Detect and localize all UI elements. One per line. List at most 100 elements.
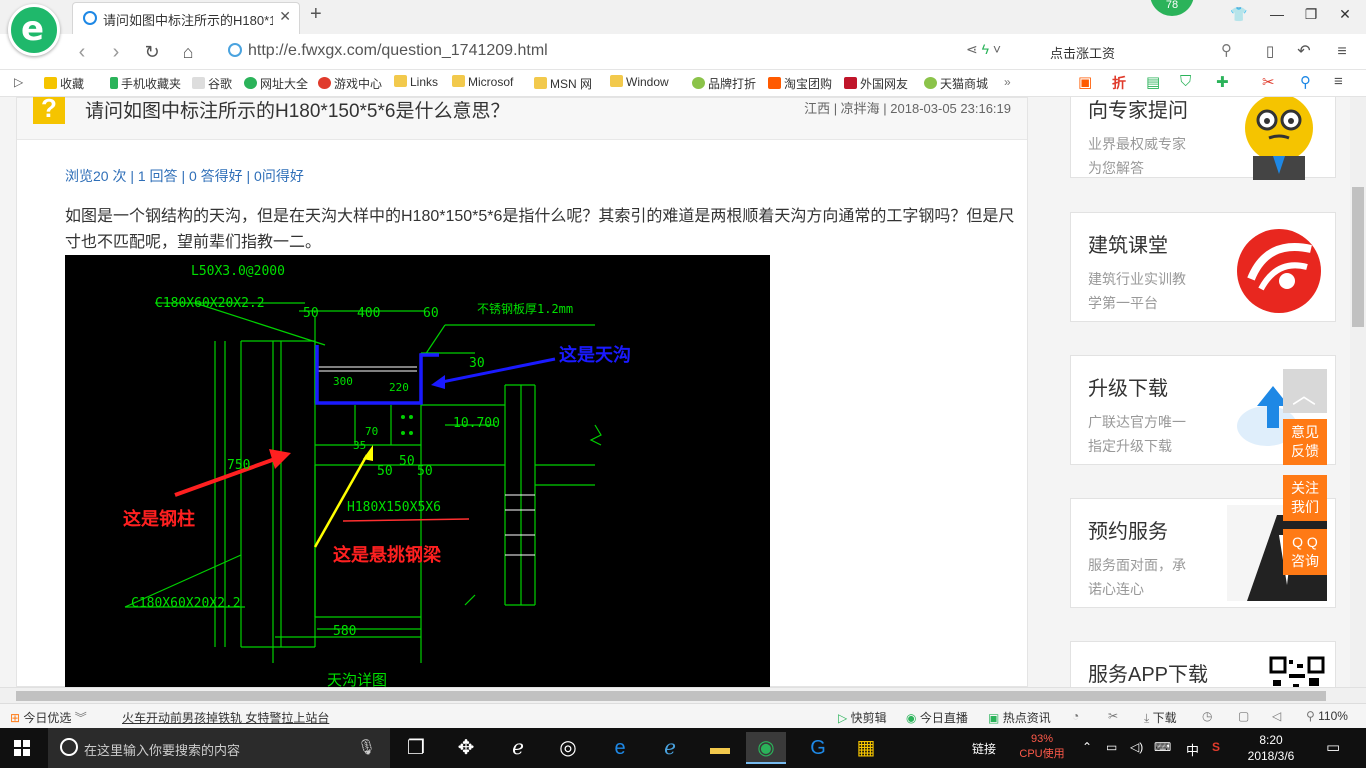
tray-up-icon[interactable]: ⌃ — [1082, 740, 1092, 754]
tools-icon[interactable]: ✂ — [1108, 709, 1118, 723]
horizontal-scroll-thumb[interactable] — [16, 691, 1326, 701]
back-icon[interactable]: ‹ — [70, 40, 94, 64]
bookmark-brand-sale[interactable]: 品牌打折 — [692, 75, 756, 92]
tab-title: 请问如图中标注所示的H180*150*5*6是什么意思？ — [103, 13, 273, 28]
system-clock[interactable]: 8:20 2018/3/6 — [1236, 732, 1306, 764]
more-bookmarks-icon[interactable]: » — [1004, 75, 1011, 89]
shield-icon[interactable]: ⛉ — [1180, 73, 1191, 90]
bookmark-microsoft[interactable]: Microsof — [452, 75, 513, 89]
search-box[interactable]: 点击涨工资 ⚲ — [1040, 39, 1240, 65]
book-icon[interactable]: ▤ — [1146, 73, 1160, 91]
news-headline-link[interactable]: 火车开动前男孩掉铁轨 女特警拉上站台 — [122, 709, 329, 726]
browser-tab[interactable]: 请问如图中标注所示的H180*150*5*6是什么意思？ ✕ — [72, 2, 300, 34]
windows-start-icon[interactable] — [14, 740, 30, 756]
taskbar-search-placeholder[interactable]: 在这里输入你要搜索的内容 — [84, 740, 240, 759]
yellow-app-icon[interactable]: ▦ — [846, 732, 886, 764]
mobile-icon[interactable]: ▯ — [1258, 40, 1282, 64]
sidebar-card-classroom[interactable]: 建筑课堂 建筑行业实训教 学第一平台 — [1070, 212, 1336, 322]
menu-icon[interactable]: ≡ — [1330, 40, 1354, 64]
action-center-icon[interactable]: ▭ — [1326, 738, 1340, 756]
task-view-icon[interactable]: ❐ — [396, 732, 436, 764]
sidebar-card-expert[interactable]: 向专家提问 业界最权威专家 为您解答 — [1070, 97, 1336, 180]
bookmark-foreign[interactable]: 外国网友 — [844, 75, 908, 92]
vertical-scrollbar[interactable] — [1350, 97, 1366, 687]
back-to-top-button[interactable]: ︿ — [1283, 369, 1327, 413]
toolbar-menu-icon[interactable]: ≡ — [1334, 73, 1343, 90]
bookmark-links[interactable]: Links — [394, 75, 438, 89]
ime-indicator[interactable]: 中 — [1186, 740, 1199, 759]
live-button[interactable]: ◉ 今日直播 — [906, 709, 968, 726]
play-icon: ▷ — [838, 711, 848, 725]
qq-consult-button[interactable]: Q Q 咨询 — [1283, 529, 1327, 575]
search-icon[interactable]: ⚲ — [1221, 41, 1232, 59]
forward-icon[interactable]: › — [104, 40, 128, 64]
follow-us-button[interactable]: 关注 我们 — [1283, 475, 1327, 521]
close-window-button[interactable]: ✕ — [1330, 6, 1360, 23]
undo-icon[interactable]: ↶ — [1292, 40, 1316, 64]
bookmark-windows[interactable]: Window — [610, 75, 669, 89]
speed-icon[interactable]: ◔ — [1072, 709, 1079, 723]
notification-badge[interactable]: 78 — [1150, 0, 1194, 16]
sogou-icon[interactable]: S — [1212, 740, 1220, 754]
translate-icon[interactable]: ✚ — [1216, 73, 1229, 91]
microphone-icon[interactable]: 🎙 — [357, 738, 376, 756]
zoom-control[interactable]: ⚲ 110% — [1306, 709, 1348, 723]
question-stats[interactable]: 浏览20 次 | 1 回答 | 0 答得好 | 0问得好 — [65, 166, 304, 186]
today-picks[interactable]: ⊞ 今日优选 ︾ — [10, 709, 87, 726]
file-explorer-icon[interactable]: ▬ — [700, 732, 740, 764]
bookmark-msn[interactable]: MSN 网 — [534, 75, 592, 92]
keyboard-icon[interactable]: ⌨ — [1154, 740, 1171, 754]
new-tab-button[interactable]: + — [310, 3, 322, 26]
hotnews-button[interactable]: ▣ 热点资讯 — [988, 709, 1051, 726]
minimize-button[interactable]: — — [1262, 6, 1292, 22]
star-icon — [44, 77, 57, 89]
skin-icon[interactable]: 👕 — [1224, 6, 1254, 23]
url-text[interactable]: http://e.fwxgx.com/question_1741209.html — [248, 42, 548, 60]
scissors-icon[interactable]: ✂ — [1262, 73, 1275, 91]
volume-icon[interactable]: ◁) — [1130, 740, 1143, 754]
sidebar-card-app-download[interactable]: 服务APP下载 — [1070, 641, 1336, 687]
spiral-app-icon[interactable]: ◎ — [548, 732, 588, 764]
search-tool-icon[interactable]: ⚲ — [1300, 73, 1311, 91]
annotation-beam: 这是悬挑钢梁 — [333, 544, 442, 566]
browser-logo-icon[interactable]: e — [8, 4, 60, 56]
taskbar-search[interactable]: 在这里输入你要搜索的内容 🎙 — [48, 728, 390, 768]
edge-app-icon[interactable]: e — [600, 732, 640, 764]
discount-icon[interactable]: 折 — [1112, 73, 1126, 93]
horizontal-scrollbar[interactable] — [0, 687, 1366, 703]
bookmark-mobile[interactable]: 手机收藏夹 — [110, 75, 181, 92]
browser-e-app-icon[interactable]: ℯ — [498, 732, 538, 764]
window-icon[interactable]: ▢ — [1238, 709, 1249, 723]
address-bar[interactable]: http://e.fwxgx.com/question_1741209.html… — [226, 39, 1026, 65]
bookmark-games[interactable]: 游戏中心 — [318, 75, 382, 92]
share-icon[interactable]: ⋖ ϟ ˅ — [966, 41, 1001, 58]
tray-link[interactable]: 链接 — [972, 740, 996, 757]
glodon-app-icon[interactable]: G — [798, 732, 838, 764]
bookmark-tmall[interactable]: 天猫商城 — [924, 75, 988, 92]
dim-35: 35 — [353, 439, 366, 452]
download-button[interactable]: ⤓ 下载 — [1144, 709, 1177, 726]
bookmark-google[interactable]: 谷歌 — [192, 75, 232, 92]
bookmark-sites[interactable]: 网址大全 — [244, 75, 308, 92]
dim-50-right: 50 — [417, 464, 433, 479]
home-icon[interactable]: ⌂ — [176, 40, 200, 64]
network-icon[interactable]: ▭ — [1106, 740, 1117, 754]
tab-close-icon[interactable]: ✕ — [279, 8, 291, 25]
refresh-icon[interactable]: ↻ — [140, 40, 164, 64]
ie-app-icon[interactable]: ℯ — [650, 732, 690, 764]
cpu-monitor[interactable]: 93% CPU使用 — [1014, 732, 1070, 762]
history-icon[interactable]: ◷ — [1202, 709, 1212, 723]
vertical-scroll-thumb[interactable] — [1352, 187, 1364, 327]
search-text[interactable]: 点击涨工资 — [1050, 43, 1115, 62]
pinwheel-app-icon[interactable]: ✥ — [446, 732, 486, 764]
calendar-icon[interactable]: ▣ — [1078, 73, 1092, 91]
kuaijian-button[interactable]: ▷ 快剪辑 — [838, 709, 887, 726]
qr-code-icon — [1269, 656, 1325, 687]
restore-button[interactable]: ❐ — [1296, 6, 1326, 23]
active-browser-app-icon[interactable]: ◉ — [746, 732, 786, 764]
feedback-button[interactable]: 意见 反馈 — [1283, 419, 1327, 465]
bookmark-taobao[interactable]: 淘宝团购 — [768, 75, 832, 92]
mute-icon[interactable]: ◁ — [1272, 709, 1281, 723]
bookmark-favorites[interactable]: 收藏 — [44, 75, 84, 92]
sidebar-toggle-icon[interactable]: ▷ — [14, 75, 23, 89]
